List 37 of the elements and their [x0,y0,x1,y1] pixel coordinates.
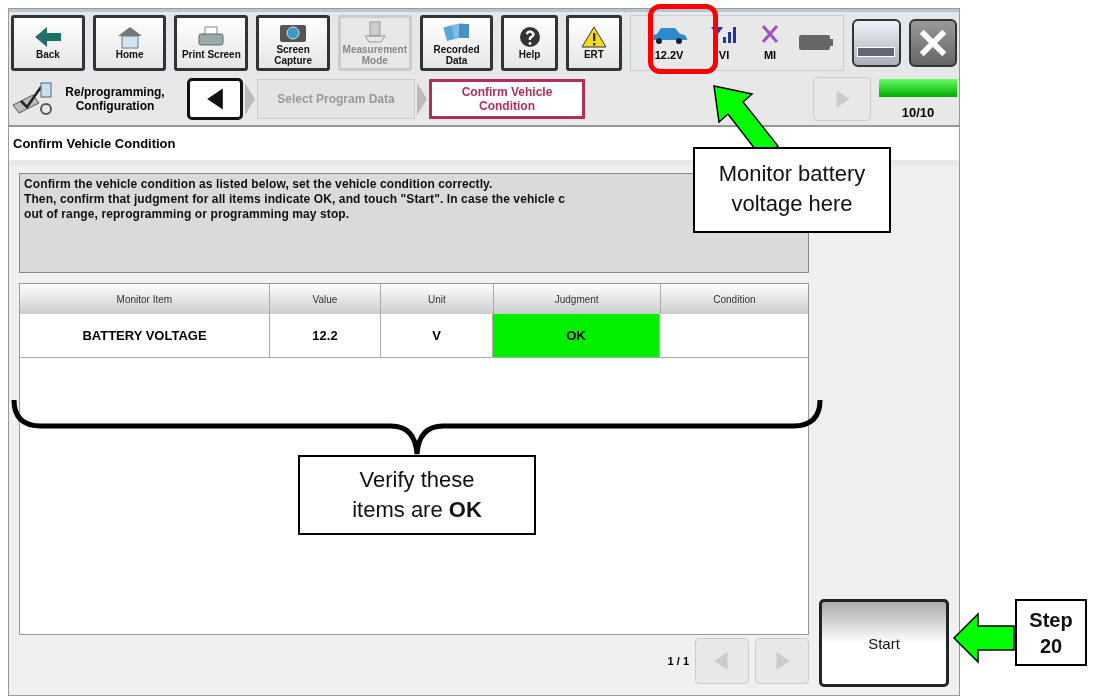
step-label: Step 20 [1015,599,1087,666]
highlight-frame [648,4,718,74]
table-cell: OK [493,314,660,358]
arrow [952,612,1016,664]
minimize-button[interactable] [852,18,901,67]
back-step-button[interactable] [187,78,243,120]
toolbar-button[interactable]: Help [501,14,558,71]
toolbar-button[interactable]: Print Screen [174,14,249,71]
column-header: Unit [381,284,494,314]
page-indicator: 1 / 1 [667,655,689,667]
toolbar-button[interactable]: Screen Capture [256,14,330,71]
table-cell: BATTERY VOLTAGE [20,314,270,358]
column-header: Condition [660,284,808,314]
column-header: Judgment [493,284,661,314]
toolbar-button[interactable]: Home [92,14,167,71]
table-cell: 12.2 [270,314,381,358]
step-tab[interactable]: Confirm Vehicle Condition [429,79,585,119]
column-header: Value [269,284,382,314]
printer-icon [196,25,227,49]
status-label: 12.2V [654,48,684,61]
toolbar-button[interactable]: ERT [565,14,623,71]
toolbar-button[interactable]: Back [11,14,85,71]
app-label: Re/programming, Configuration [64,85,166,113]
callout-label: Verify these items are OK [298,455,536,535]
warning-icon [578,25,609,49]
instruction-text: Confirm the vehicle condition as listed below, set the vehicle condition correctly. [24,177,493,192]
toolbar-button[interactable]: Recorded Data [419,14,494,71]
progress-label: 10/10 [901,104,935,120]
programming-tool-icon [11,81,55,117]
column-header: Monitor Item [20,284,270,314]
status-label: MI [763,48,777,61]
instruction-text: Then, confirm that judgment for all items indicate OK, and touch "Start". In case the vehicle c [24,192,565,207]
close-button[interactable] [908,18,958,67]
instruction-text: out of range, reprogramming or programming may stop. [24,207,350,222]
callout-label: Monitor battery voltage here [693,147,891,233]
status-label: VI [718,48,730,61]
start-button[interactable]: Start [819,599,949,687]
